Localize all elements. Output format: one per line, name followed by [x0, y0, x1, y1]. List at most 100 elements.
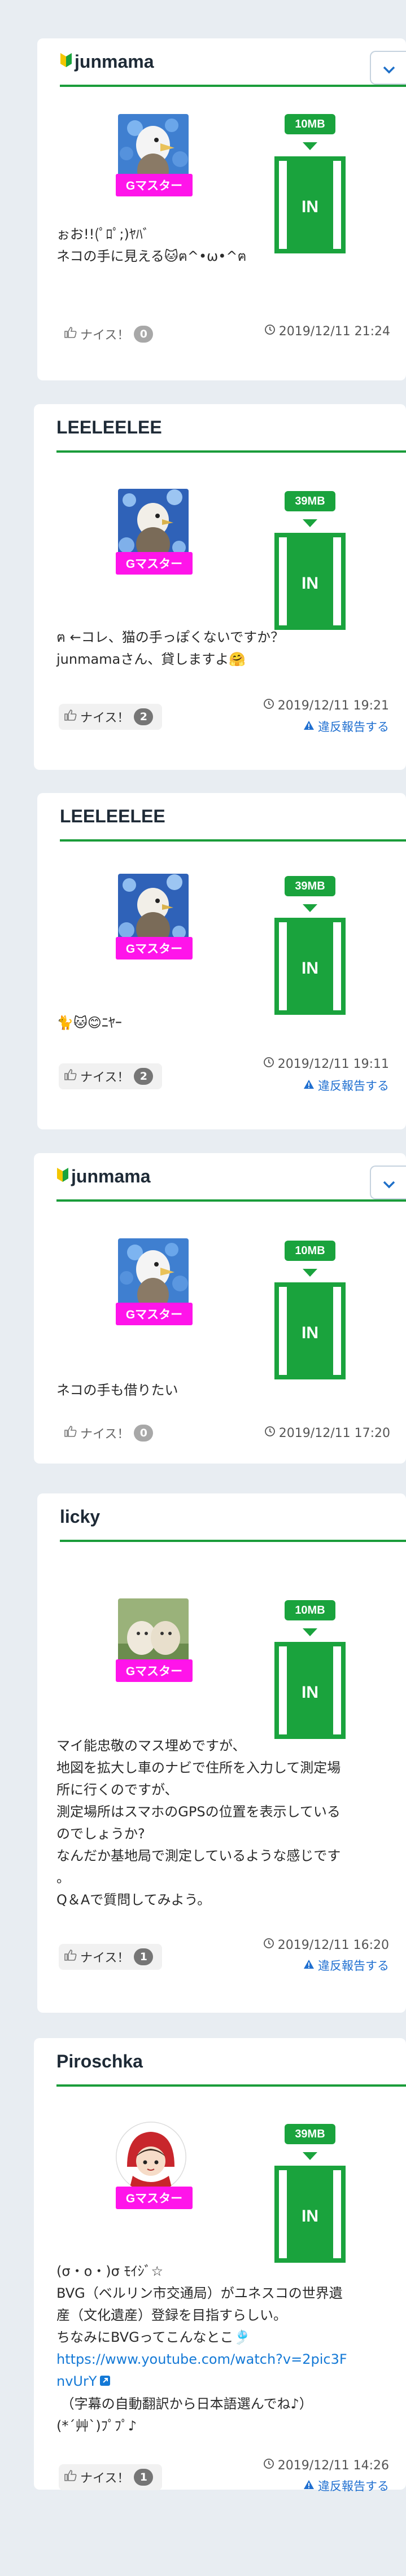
post-card: LEELEELEE Gマスター 39MB IN 🐈🐱😊ﾆﾔｰ ナイス！ 2 2019/12/…	[37, 793, 406, 1129]
username-header[interactable]: junmama	[56, 1153, 406, 1202]
g-master-badge: Gマスター	[116, 1659, 193, 1682]
post-body: マイ能忠敬のマス埋めですが、地図を拡大し車のナビで住所を入力して測定場 所に行くの…	[56, 1735, 395, 1911]
nice-count: 0	[134, 326, 154, 343]
username-header[interactable]: licky	[60, 1493, 406, 1542]
nice-button[interactable]: ナイス！ 1	[59, 2464, 163, 2490]
data-size-badge: 10MB	[285, 1241, 335, 1261]
post-timestamp: 2019/12/11 19:21	[263, 698, 389, 713]
user-avatar[interactable]	[116, 2122, 186, 2192]
warning-icon	[303, 2479, 315, 2492]
warning-icon	[303, 1959, 315, 1972]
clock-icon	[263, 2458, 274, 2473]
nice-button[interactable]: ナイス！ 0	[59, 321, 162, 347]
username[interactable]: LEELEELEE	[60, 806, 165, 827]
report-label[interactable]: 違反報告する	[318, 2477, 389, 2494]
post-body: ぉお!!(ﾟﾛﾟ;)ﾔﾊﾞ ネコの手に見える🐱ฅ^•ω•^ฅ	[56, 224, 395, 268]
post-text-line: なんだか基地局で測定しているような感じです	[56, 1848, 341, 1864]
post-card: Piroschka Gマスター 39MB IN (σ・ο・)σ ﾓｲｼﾞ☆ BVG（ベル…	[34, 2038, 406, 2493]
in-label: IN	[287, 1646, 333, 1739]
username-header[interactable]: Piroschka	[56, 2038, 406, 2087]
data-size-badge: 39MB	[285, 2124, 335, 2144]
beginner-mark-icon	[56, 1166, 69, 1187]
size-pointer-icon	[303, 142, 317, 150]
nice-label: ナイス！	[80, 328, 130, 343]
post-link[interactable]: https://www.youtube.com/watch?v=2pic3F	[56, 2349, 395, 2371]
report-link[interactable]: 違反報告する	[303, 1077, 389, 1094]
report-link[interactable]: 違反報告する	[303, 2477, 389, 2494]
timestamp-text: 2019/12/11 21:24	[278, 324, 390, 339]
in-gauge: IN	[274, 918, 346, 1015]
post-text-line: のでしょうか?	[56, 1826, 145, 1842]
post-text-line: 🐈🐱😊ﾆﾔｰ	[56, 1015, 122, 1031]
chevron-down-icon	[383, 58, 395, 78]
post-menu-button[interactable]	[370, 1166, 406, 1199]
report-link[interactable]: 違反報告する	[303, 718, 389, 735]
post-text-line: 所に行くのですが、	[56, 1782, 178, 1798]
data-size-badge: 10MB	[285, 114, 335, 134]
thumbs-up-icon	[64, 1426, 77, 1440]
clock-icon	[263, 698, 274, 713]
thumbs-up-icon	[64, 2470, 77, 2485]
youtube-link[interactable]: nvUrY	[56, 2373, 97, 2389]
username[interactable]: licky	[60, 1506, 100, 1527]
nice-label: ナイス！	[80, 711, 130, 725]
post-link[interactable]: nvUrY	[56, 2371, 395, 2393]
username[interactable]: LEELEELEE	[56, 417, 162, 438]
g-master-badge: Gマスター	[116, 937, 193, 960]
g-master-badge: Gマスター	[116, 174, 193, 196]
report-label[interactable]: 違反報告する	[318, 1957, 389, 1974]
nice-button[interactable]: ナイス！ 2	[59, 704, 163, 730]
nice-count: 1	[134, 1948, 154, 1965]
nice-count: 2	[134, 1068, 154, 1085]
g-master-badge: Gマスター	[116, 2187, 193, 2209]
post-timestamp: 2019/12/11 14:26	[263, 2458, 389, 2473]
beginner-mark-icon	[60, 51, 72, 72]
g-master-badge: Gマスター	[116, 1303, 193, 1325]
username-header[interactable]: junmama	[60, 38, 406, 87]
nice-button[interactable]: ナイス！ 2	[59, 1063, 163, 1089]
in-gauge: IN	[274, 533, 346, 630]
username-header[interactable]: LEELEELEE	[56, 404, 406, 453]
report-label[interactable]: 違反報告する	[318, 1077, 389, 1094]
post-text-line: (*´艸`)ﾌﾟﾌﾟ♪	[56, 2417, 137, 2434]
user-avatar[interactable]	[118, 1238, 189, 1309]
g-master-badge: Gマスター	[116, 552, 193, 575]
post-menu-button[interactable]	[370, 51, 406, 85]
username-header[interactable]: LEELEELEE	[60, 793, 406, 842]
post-body: ネコの手も借りたい	[56, 1379, 395, 1401]
thumbs-up-icon	[64, 1949, 77, 1964]
report-link[interactable]: 違反報告する	[303, 1957, 389, 1974]
post-card: LEELEELEE Gマスター 39MB IN ฅ ←コレ、猫の手っぽくないですか？ j…	[34, 404, 406, 770]
post-timestamp: 2019/12/11 21:24	[264, 324, 390, 339]
nice-count: 1	[134, 2469, 154, 2486]
post-feed: junmama Gマスター 10MB IN ぉお!!(ﾟﾛﾟ;)ﾔﾊﾞ ネコの手に見える…	[0, 0, 406, 2576]
in-label: IN	[287, 2170, 333, 2263]
post-timestamp: 2019/12/11 17:20	[264, 1426, 390, 1440]
nice-label: ナイス！	[80, 1951, 130, 1965]
size-pointer-icon	[303, 904, 317, 912]
user-avatar[interactable]	[118, 1598, 189, 1669]
nice-button[interactable]: ナイス！ 1	[59, 1944, 163, 1970]
warning-icon	[303, 1079, 315, 1092]
size-pointer-icon	[303, 1628, 317, 1636]
post-timestamp: 2019/12/11 19:11	[263, 1057, 389, 1071]
post-text-line: ネコの手に見える🐱ฅ^•ω•^ฅ	[56, 248, 247, 264]
post-text-line: 地図を拡大し車のナビで住所を入力して測定場	[56, 1760, 341, 1776]
username[interactable]: junmama	[71, 1166, 150, 1187]
data-size-badge: 39MB	[285, 876, 335, 896]
clock-icon	[264, 324, 276, 339]
user-avatar[interactable]	[118, 489, 189, 559]
user-avatar[interactable]	[118, 874, 189, 944]
report-label[interactable]: 違反報告する	[318, 718, 389, 735]
timestamp-text: 2019/12/11 19:11	[277, 1057, 389, 1071]
username[interactable]: junmama	[75, 51, 154, 72]
nice-button[interactable]: ナイス！ 0	[59, 1420, 162, 1446]
in-gauge: IN	[274, 2166, 346, 2263]
clock-icon	[264, 1426, 276, 1440]
username[interactable]: Piroschka	[56, 2051, 143, 2072]
youtube-link[interactable]: https://www.youtube.com/watch?v=2pic3F	[56, 2351, 347, 2367]
timestamp-text: 2019/12/11 19:21	[277, 698, 389, 713]
post-timestamp: 2019/12/11 16:20	[263, 1938, 389, 1952]
post-text-line: マイ能忠敬のマス埋めですが、	[56, 1738, 246, 1754]
size-pointer-icon	[303, 2152, 317, 2160]
